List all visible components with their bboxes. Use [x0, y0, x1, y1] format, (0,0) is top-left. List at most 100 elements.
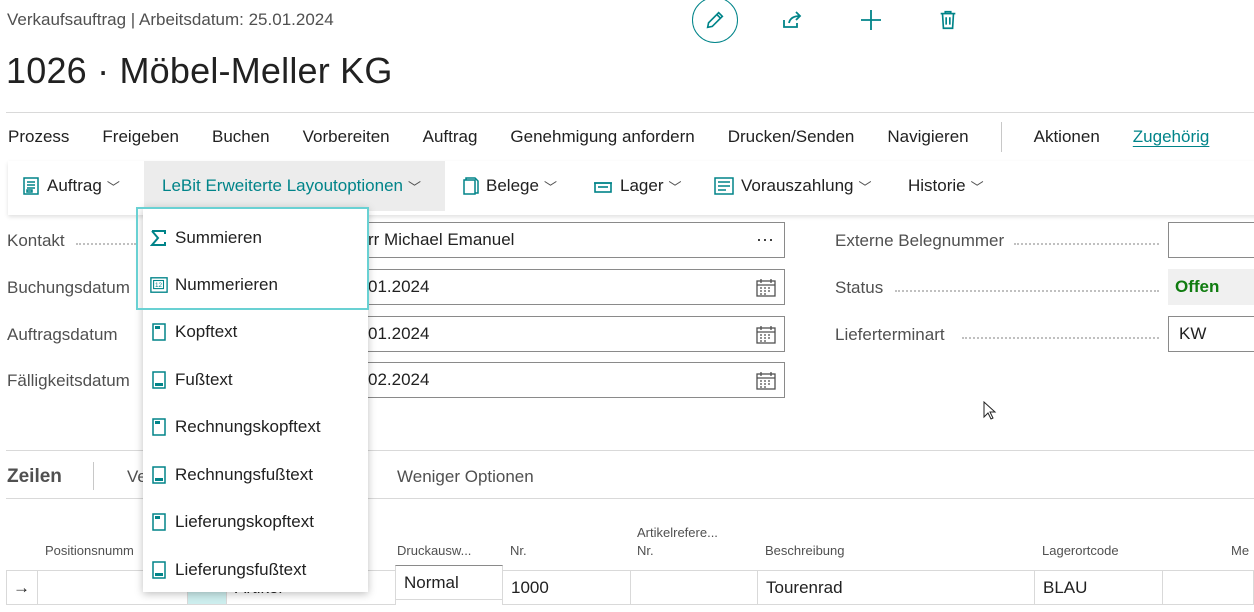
- faelligkeitsdatum-field[interactable]: 02.2024: [357, 362, 785, 398]
- menu-aktionen[interactable]: Aktionen: [1034, 127, 1100, 147]
- subbar-lager-label: Lager: [620, 176, 664, 195]
- lines-title: Zeilen: [7, 466, 62, 487]
- subbar-historie-label: Historie: [908, 176, 966, 195]
- mouse-cursor-icon: [983, 401, 997, 420]
- col-beschreibung[interactable]: Beschreibung: [765, 542, 845, 560]
- plus-icon: [861, 10, 881, 30]
- list-icon: [714, 177, 734, 195]
- menu-item-fusstext-label: Fußtext: [175, 370, 233, 389]
- faelligkeitsdatum-value: 02.2024: [368, 370, 430, 389]
- highlight-frame: [136, 207, 369, 310]
- kontakt-value: rr Michael Emanuel: [368, 230, 515, 249]
- col-positionsnummer[interactable]: Positionsnumm: [45, 542, 134, 560]
- menu-drucken-senden[interactable]: Drucken/Senden: [728, 127, 855, 147]
- field-label-lieferterminart: Lieferterminart: [835, 325, 945, 344]
- col-nr[interactable]: Nr.: [510, 542, 527, 560]
- fewer-options-button[interactable]: Weniger Optionen: [397, 467, 534, 487]
- status-value: Offen: [1175, 277, 1220, 296]
- page-footer-icon: [150, 371, 168, 389]
- lines-separator: [93, 462, 94, 490]
- subbar-belege-label: Belege: [486, 176, 539, 195]
- new-button[interactable]: [857, 6, 885, 34]
- menu-item-lieferungskopftext[interactable]: Lieferungskopftext: [150, 507, 314, 537]
- lieferterminart-value: KW: [1179, 324, 1207, 343]
- menu-vorbereiten[interactable]: Vorbereiten: [303, 127, 390, 147]
- menu-item-rechnungsfusstext-label: Rechnungsfußtext: [175, 465, 313, 484]
- col-artikelreferenz[interactable]: Artikelrefere... Nr.: [637, 524, 718, 560]
- calendar-icon[interactable]: [756, 325, 776, 345]
- menu-auftrag[interactable]: Auftrag: [423, 127, 478, 147]
- calendar-icon[interactable]: [756, 371, 776, 391]
- share-icon: [783, 11, 802, 28]
- col-artikelreferenz-line2: Nr.: [637, 543, 654, 558]
- chevron-down-icon: ﹀: [858, 179, 872, 195]
- page-icon: [150, 323, 168, 341]
- page-icon: [150, 418, 168, 436]
- page-title: 1026 · Möbel-Meller KG: [6, 50, 393, 91]
- more-options-icon[interactable]: ···: [756, 229, 774, 250]
- warehouse-icon: [593, 178, 613, 194]
- cell-nr[interactable]: 1000: [502, 570, 631, 605]
- page-footer-icon: [150, 561, 168, 579]
- header-divider: [6, 112, 1254, 113]
- row-selector-arrow[interactable]: →: [6, 570, 38, 605]
- trash-icon: [940, 10, 956, 30]
- page-footer-icon: [150, 466, 168, 484]
- col-menge[interactable]: Me: [1231, 542, 1249, 560]
- kontakt-field[interactable]: rr Michael Emanuel ···: [357, 222, 785, 258]
- menu-item-rechnungsfusstext[interactable]: Rechnungsfußtext: [150, 460, 313, 490]
- cell-lagerortcode[interactable]: BLAU: [1034, 570, 1163, 605]
- cell-artikelreferenz[interactable]: [630, 570, 758, 605]
- field-label-buchungsdatum: Buchungsdatum: [7, 278, 130, 297]
- menu-genehmigung[interactable]: Genehmigung anfordern: [510, 127, 694, 147]
- delete-button[interactable]: [934, 6, 962, 34]
- menu-item-rechnungskopftext[interactable]: Rechnungskopftext: [150, 412, 321, 442]
- pencil-icon: [706, 11, 724, 29]
- buchungsdatum-value: 01.2024: [368, 277, 430, 296]
- auftragsdatum-field[interactable]: 01.2024: [357, 316, 785, 352]
- field-label-auftragsdatum: Auftragsdatum: [7, 325, 118, 344]
- page-icon: [150, 513, 168, 531]
- menu-zugehoerig[interactable]: Zugehörig: [1133, 127, 1210, 147]
- cell-beschreibung[interactable]: Tourenrad: [757, 570, 1035, 605]
- menu-item-fusstext[interactable]: Fußtext: [150, 365, 233, 395]
- auftragsdatum-value: 01.2024: [368, 324, 430, 343]
- menu-item-kopftext[interactable]: Kopftext: [150, 317, 237, 347]
- menu-buchen[interactable]: Buchen: [212, 127, 270, 147]
- subbar-vorauszahlung-label: Vorauszahlung: [741, 176, 854, 195]
- status-field: Offen: [1168, 269, 1254, 305]
- calendar-icon[interactable]: [756, 278, 776, 298]
- menu-item-lieferungskopftext-label: Lieferungskopftext: [175, 512, 314, 531]
- subbar-lager[interactable]: Lager ﹀: [593, 161, 682, 211]
- subbar-auftrag[interactable]: Auftrag ﹀: [22, 161, 120, 211]
- subbar-historie[interactable]: Historie ﹀: [908, 161, 984, 211]
- pages-icon: [463, 176, 479, 196]
- lieferterminart-field[interactable]: KW: [1168, 316, 1254, 352]
- menu-separator: [1000, 122, 1002, 152]
- document-icon: [22, 176, 40, 196]
- buchungsdatum-field[interactable]: 01.2024: [357, 269, 785, 305]
- subbar-belege[interactable]: Belege ﹀: [463, 161, 557, 211]
- col-artikelreferenz-line1: Artikelrefere...: [637, 525, 718, 540]
- share-button[interactable]: [778, 6, 806, 34]
- menu-prozess[interactable]: Prozess: [8, 127, 69, 147]
- col-lagerortcode[interactable]: Lagerortcode: [1042, 542, 1119, 560]
- menu-item-lieferungsfusstext[interactable]: Lieferungsfußtext: [150, 555, 306, 585]
- cell-menge[interactable]: [1162, 570, 1254, 605]
- field-label-status: Status: [835, 278, 884, 297]
- menu-navigieren[interactable]: Navigieren: [887, 127, 968, 147]
- externe-belegnummer-field[interactable]: [1168, 222, 1254, 258]
- chevron-down-icon: ﹀: [668, 179, 682, 195]
- menu-item-lieferungsfusstext-label: Lieferungsfußtext: [175, 560, 307, 579]
- chevron-down-icon: ﹀: [970, 179, 984, 195]
- subbar-layoutoptionen[interactable]: LeBit Erweiterte Layoutoptionen ﹀: [144, 161, 445, 211]
- subbar-layoutoptionen-label: LeBit Erweiterte Layoutoptionen: [162, 176, 403, 195]
- col-druckauswahl[interactable]: Druckausw...: [397, 542, 471, 560]
- cell-druckauswahl[interactable]: Normal: [395, 565, 503, 600]
- field-label-kontakt: Kontakt: [7, 231, 65, 250]
- subbar-vorauszahlung[interactable]: Vorauszahlung ﹀: [714, 161, 872, 211]
- menu-item-kopftext-label: Kopftext: [175, 322, 238, 341]
- menu-freigeben[interactable]: Freigeben: [102, 127, 179, 147]
- edit-button[interactable]: [692, 0, 738, 43]
- chevron-down-icon: ﹀: [106, 179, 120, 195]
